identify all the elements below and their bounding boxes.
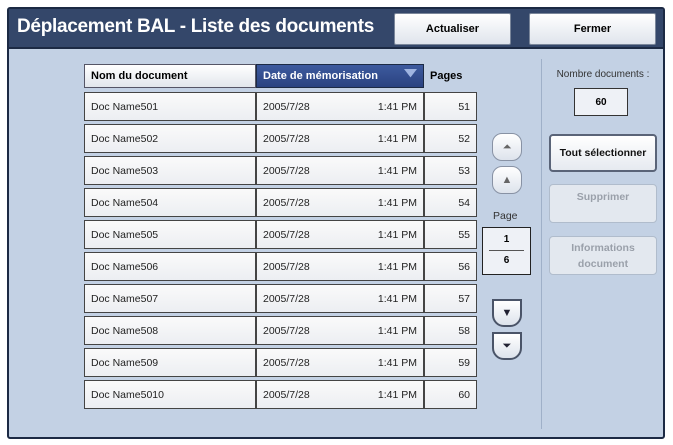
date-cell: 2005/7/28 1:41 PM [256, 316, 424, 345]
time: 1:41 PM [377, 164, 417, 177]
time: 1:41 PM [377, 388, 417, 401]
sort-desc-icon [404, 69, 417, 78]
date-cell: 2005/7/28 1:41 PM [256, 284, 424, 313]
next-page-button[interactable]: ▼ [492, 299, 522, 327]
date-cell: 2005/7/28 1:41 PM [256, 348, 424, 377]
time: 1:41 PM [377, 292, 417, 305]
table-row[interactable]: Doc Name509 2005/7/28 1:41 PM 59 [84, 348, 477, 377]
time: 1:41 PM [377, 196, 417, 209]
page-count: 51 [424, 92, 477, 121]
time: 1:41 PM [377, 100, 417, 113]
document-name: Doc Name505 [84, 220, 256, 249]
date: 2005/7/28 [263, 292, 310, 305]
date: 2005/7/28 [263, 164, 310, 177]
date: 2005/7/28 [263, 324, 310, 337]
table-row[interactable]: Doc Name508 2005/7/28 1:41 PM 58 [84, 316, 477, 345]
document-name: Doc Name504 [84, 188, 256, 217]
refresh-button[interactable]: Actualiser [394, 13, 511, 45]
delete-button[interactable]: Supprimer [549, 184, 657, 223]
table-row[interactable]: Doc Name501 2005/7/28 1:41 PM 51 [84, 92, 477, 121]
page-indicator: 1 6 [482, 227, 531, 275]
page-count: 59 [424, 348, 477, 377]
document-count: 60 [574, 88, 628, 116]
date-cell: 2005/7/28 1:41 PM [256, 220, 424, 249]
chevron-up-icon: ▲ [501, 174, 513, 186]
table-row[interactable]: Doc Name5010 2005/7/28 1:41 PM 60 [84, 380, 477, 409]
chevron-down-icon: ▼ [501, 307, 513, 319]
date-cell: 2005/7/28 1:41 PM [256, 156, 424, 185]
time: 1:41 PM [377, 260, 417, 273]
date-cell: 2005/7/28 1:41 PM [256, 92, 424, 121]
current-page: 1 [489, 228, 524, 251]
last-page-button[interactable]: ⏷ [492, 332, 522, 360]
select-all-button[interactable]: Tout sélectionner [549, 134, 657, 172]
document-name: Doc Name509 [84, 348, 256, 377]
column-header-date-label: Date de mémorisation [263, 70, 378, 82]
document-name: Doc Name501 [84, 92, 256, 121]
time: 1:41 PM [377, 324, 417, 337]
table-row[interactable]: Doc Name505 2005/7/28 1:41 PM 55 [84, 220, 477, 249]
document-name: Doc Name502 [84, 124, 256, 153]
page-count: 55 [424, 220, 477, 249]
time: 1:41 PM [377, 356, 417, 369]
page-title: Déplacement BAL - Liste des documents [17, 16, 375, 37]
column-header-name[interactable]: Nom du document [84, 64, 256, 88]
last-page-icon: ⏷ [502, 339, 512, 352]
date: 2005/7/28 [263, 100, 310, 113]
total-pages: 6 [503, 255, 510, 266]
date-cell: 2005/7/28 1:41 PM [256, 380, 424, 409]
table-row[interactable]: Doc Name506 2005/7/28 1:41 PM 56 [84, 252, 477, 281]
time: 1:41 PM [377, 228, 417, 241]
column-header-date[interactable]: Date de mémorisation [256, 64, 424, 88]
document-name: Doc Name507 [84, 284, 256, 313]
date-cell: 2005/7/28 1:41 PM [256, 124, 424, 153]
date: 2005/7/28 [263, 228, 310, 241]
previous-page-button[interactable]: ▲ [492, 166, 522, 194]
date: 2005/7/28 [263, 196, 310, 209]
column-header-pages: Pages [430, 70, 463, 82]
date-cell: 2005/7/28 1:41 PM [256, 252, 424, 281]
document-name: Doc Name5010 [84, 380, 256, 409]
page-count: 54 [424, 188, 477, 217]
date: 2005/7/28 [263, 260, 310, 273]
table-row[interactable]: Doc Name504 2005/7/28 1:41 PM 54 [84, 188, 477, 217]
divider [541, 59, 542, 429]
first-page-button[interactable]: ⏶ [492, 133, 522, 161]
header-bar: Déplacement BAL - Liste des documents Ac… [9, 9, 663, 49]
document-count-label: Nombre documents : [556, 69, 650, 80]
page-count: 52 [424, 124, 477, 153]
date: 2005/7/28 [263, 132, 310, 145]
document-name: Doc Name506 [84, 252, 256, 281]
first-page-icon: ⏶ [502, 140, 512, 153]
page-count: 57 [424, 284, 477, 313]
page-count: 58 [424, 316, 477, 345]
date: 2005/7/28 [263, 356, 310, 369]
page-count: 53 [424, 156, 477, 185]
document-name: Doc Name508 [84, 316, 256, 345]
page-count: 56 [424, 252, 477, 281]
dialog: Déplacement BAL - Liste des documents Ac… [7, 7, 665, 439]
date-cell: 2005/7/28 1:41 PM [256, 188, 424, 217]
close-button[interactable]: Fermer [529, 13, 656, 45]
time: 1:41 PM [377, 132, 417, 145]
table-row[interactable]: Doc Name507 2005/7/28 1:41 PM 57 [84, 284, 477, 313]
table-row[interactable]: Doc Name503 2005/7/28 1:41 PM 53 [84, 156, 477, 185]
document-name: Doc Name503 [84, 156, 256, 185]
document-info-button[interactable]: Informations document [549, 236, 657, 275]
page-label: Page [493, 210, 518, 222]
table-row[interactable]: Doc Name502 2005/7/28 1:41 PM 52 [84, 124, 477, 153]
date: 2005/7/28 [263, 388, 310, 401]
page-count: 60 [424, 380, 477, 409]
